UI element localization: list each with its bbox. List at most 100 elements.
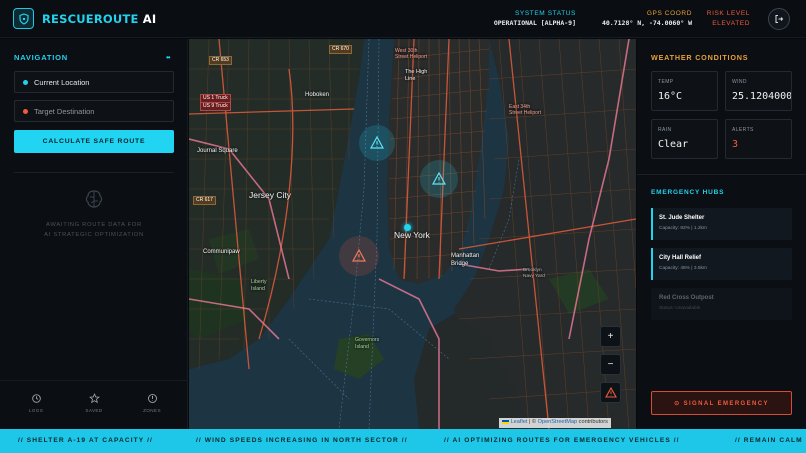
calculate-safe-route-button[interactable]: CALCULATE SAFE ROUTE [14,130,174,153]
footer-nav-zones-label: ZONES [143,408,161,413]
current-location-input[interactable]: Current Location [14,71,174,93]
route-shield-us9: US 9 Truck [200,102,231,111]
hazard-marker-1-icon[interactable] [370,136,384,149]
ticker-item: // SHELTER A-19 AT CAPACITY // [18,437,153,444]
navigation-panel: NAVIGATION •• Current Location Target De… [0,39,188,429]
attribution-separator: | © [527,419,538,425]
hub-item[interactable]: City Hall Relief Capacity: 45% | 3.5km [651,248,792,280]
weather-rain-card: RAIN Clear [651,119,718,159]
awaiting-line-1: AWAITING ROUTE DATA FOR [46,222,142,228]
navigation-title: NAVIGATION [14,53,68,62]
brand-name: RESCUEROUTE [42,12,139,26]
map-label-hoboken: Hoboken [305,92,330,98]
risk-level: RISK LEVEL ELEVATED [698,9,750,28]
alerts-value: 3 [732,139,739,150]
current-location-dot-icon [23,80,28,85]
risk-label: RISK LEVEL [706,10,750,17]
map-attribution: Leaflet | © OpenStreetMap contributors [499,418,611,428]
footer-nav-zones[interactable]: ZONES [132,393,172,413]
hub-capacity: Capacity: 45% | 3.5km [659,266,707,271]
hub-name: Red Cross Outpost [659,295,714,301]
footer-nav-saved-label: SAVED [85,408,103,413]
target-destination-placeholder: Target Destination [34,107,95,116]
ticker-item: // WIND SPEEDS INCREASING IN NORTH SECTO… [196,437,408,444]
hub-item[interactable]: Red Cross Outpost Status: Unavailable [651,288,792,320]
map-label-new-york: New York [394,230,430,240]
top-header: RESCUEROUTE AI SYSTEM STATUS OPERATIONAL… [0,0,806,38]
osm-link[interactable]: OpenStreetMap [538,419,578,425]
map-label-jersey-city: Jersey City [249,190,292,200]
gps-coord: GPS COORD 40.7128° N, -74.0060° W [582,9,692,28]
wind-value: 25.1204000000 [732,91,792,102]
hub-accent-bar [651,248,653,280]
map-label-communipaw: Communipaw [203,249,240,255]
route-shield-cr653: CR 653 [209,56,232,65]
target-destination-input[interactable]: Target Destination [14,100,174,122]
attribution-contributors: contributors [577,419,608,425]
map-view[interactable]: Hoboken Jersey City Journal Square Commu… [189,39,636,429]
footer-nav: LOGS SAVED ZONES [0,380,188,429]
rain-value: Clear [658,139,689,150]
hub-name: St. Jude Shelter [659,215,705,221]
star-icon [88,393,100,404]
zoom-in-button[interactable]: + [600,326,621,347]
app-brand: RESCUEROUTE AI [42,12,156,26]
hazard-marker-3-icon[interactable] [352,249,366,262]
navigation-menu-dots[interactable]: •• [166,53,171,62]
current-location-placeholder: Current Location [34,78,90,87]
zoom-out-button[interactable]: − [600,354,621,375]
hubs-title: EMERGENCY HUBS [651,189,725,196]
map-label-heliport-1: West 30th Street Heliport [395,48,427,60]
hazard-marker-2-icon[interactable] [432,172,446,185]
alerts-label: ALERTS [732,127,754,133]
leaflet-link[interactable]: Leaflet [511,419,528,425]
temp-label: TEMP [658,79,674,85]
route-shield-cr617: CR 617 [193,196,216,205]
brain-icon [85,190,103,208]
wind-label: WIND [732,79,747,85]
weather-alerts-card: ALERTS 3 [725,119,792,159]
divider [14,172,174,173]
news-ticker: // SHELTER A-19 AT CAPACITY // // WIND S… [0,429,806,453]
route-shield-cr670: CR 670 [329,45,352,54]
ticker-item: // AI OPTIMIZING ROUTES FOR EMERGENCY VE… [444,437,680,444]
hub-item[interactable]: St. Jude Shelter Capacity: 82% | 1.2km [651,208,792,240]
shield-icon [13,8,34,29]
map-label-liberty-island: Liberty Island [251,279,267,292]
map-label-brooklyn-navy-yard: Brooklyn Navy Yard [523,268,545,279]
signal-emergency-button[interactable]: ⊙ SIGNAL EMERGENCY [651,391,792,415]
footer-nav-saved[interactable]: SAVED [74,393,114,413]
footer-nav-logs-label: LOGS [28,408,44,413]
brand-suffix: AI [142,12,157,26]
hazard-toggle-button[interactable] [600,382,621,403]
map-label-high-line: The High Line [405,69,428,82]
warning-icon [604,387,617,398]
logout-icon [775,15,784,23]
footer-nav-logs[interactable]: LOGS [16,393,56,413]
weather-title: WEATHER CONDITIONS [651,53,749,62]
info-panel: WEATHER CONDITIONS TEMP 16°C WIND 25.120… [637,39,806,429]
map-label-journal-square: Journal Square [197,148,238,154]
compass-icon [147,394,157,403]
rain-label: RAIN [658,127,672,133]
gps-value: 40.7128° N, -74.0060° W [601,18,692,27]
system-status-value: OPERATIONAL [ALPHA-9] [493,18,576,27]
ticker-item: // REMAIN CALM [735,437,803,444]
hub-accent-bar [651,208,653,240]
logout-button[interactable] [768,8,790,30]
hub-name: City Hall Relief [659,255,702,261]
map-label-manhattan-bridge: Manhattan Bridge [451,253,480,267]
awaiting-route-message: AWAITING ROUTE DATA FOR AI STRATEGIC OPT… [14,221,174,240]
target-destination-dot-icon [23,109,28,114]
divider [637,174,806,175]
temp-value: 16°C [658,91,683,102]
hub-capacity: Capacity: 82% | 1.2km [659,226,707,231]
gps-label: GPS COORD [646,10,692,17]
ukraine-flag-icon [502,419,509,424]
risk-value: ELEVATED [712,19,750,27]
system-status-label: SYSTEM STATUS [514,10,576,17]
history-icon [31,394,41,403]
hub-capacity: Status: Unavailable [659,306,701,311]
map-label-heliport-2: East 34th Street Heliport [509,104,541,116]
map-label-governors-island: Governors Island [355,337,380,350]
